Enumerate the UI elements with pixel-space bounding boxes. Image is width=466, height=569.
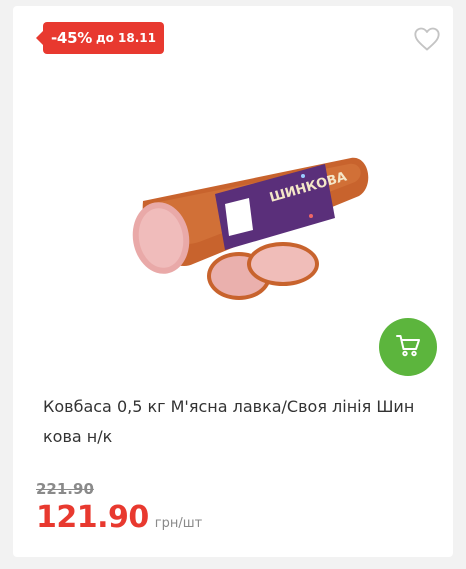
current-price: 121.90: [36, 500, 149, 535]
cart-icon: [395, 333, 421, 361]
discount-badge: -45% до 18.11: [35, 22, 165, 54]
old-price: 221.90: [36, 480, 94, 498]
price-unit: грн/шт: [154, 516, 203, 531]
discount-percent: -45%: [51, 29, 92, 47]
discount-until: до 18.11: [95, 31, 157, 45]
heart-icon[interactable]: [413, 26, 441, 52]
product-card[interactable]: -45% до 18.11 ШИНКОВА Ковбаса 0,5 кг М'я…: [13, 6, 453, 557]
product-title[interactable]: Ковбаса 0,5 кг М'ясна лавка/Своя лінія Ш…: [43, 392, 439, 452]
sausage-illustration: ШИНКОВА: [132, 157, 369, 300]
product-image[interactable]: ШИНКОВА: [113, 146, 383, 316]
price-row: 121.90 грн/шт: [36, 500, 202, 535]
add-to-cart-button[interactable]: [379, 318, 437, 376]
